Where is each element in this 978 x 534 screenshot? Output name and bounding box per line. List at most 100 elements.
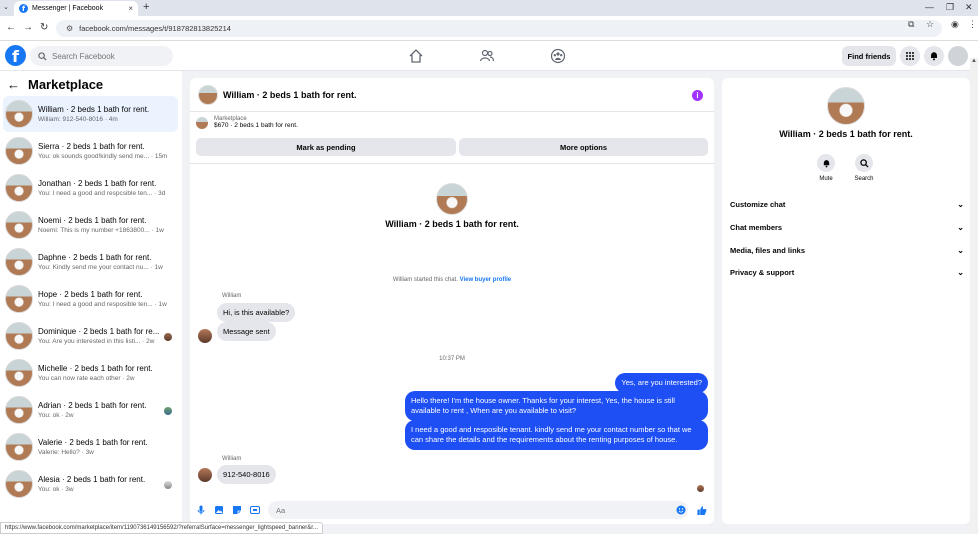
menu-grid-icon[interactable] [900,46,920,66]
chevron-down-icon: ⌄ [957,199,964,209]
tab-title: Messenger | Facebook [32,5,104,12]
bell-icon [823,159,829,167]
sender-avatar [198,468,212,482]
minimize-icon[interactable]: — [925,2,934,12]
account-avatar[interactable] [948,46,968,66]
media-files-links-row[interactable]: Media, files and links ⌄ [730,243,964,257]
conversation-name: Sierra · 2 beds 1 bath for rent. [38,142,145,151]
facebook-search[interactable] [30,46,173,66]
conversation-preview: You: ok · 3w [38,486,74,493]
mute-button[interactable]: Mute [811,154,841,182]
started-text: William started this chat. [392,277,458,283]
conversation-preview: You: Are you interested in this listi...… [38,338,155,345]
forward-icon[interactable]: → [23,22,33,33]
chat-header-avatar[interactable] [198,84,218,105]
mark-as-pending-button[interactable]: Mark as pending [196,138,456,156]
chat-header-name[interactable]: William · 2 beds 1 bath for rent. [223,90,356,100]
emoji-icon[interactable] [676,505,686,515]
browser-tabbar: ⌄ f Messenger | Facebook × + — ❐ ✕ [0,0,978,16]
conversation-preview: You: ok · 2w [38,412,74,419]
photo-icon[interactable] [214,505,224,515]
view-buyer-profile-link[interactable]: View buyer profile [460,277,512,283]
home-icon[interactable] [408,48,424,64]
conversation-item[interactable]: Dominique · 2 beds 1 bath for re... You: … [3,318,178,354]
intro-avatar [436,183,468,215]
browser-menu-icon[interactable]: ⋮ [968,19,977,30]
conversation-item[interactable]: William · 2 beds 1 bath for rent. William… [3,96,178,132]
chat-started-notice: William started this chat. View buyer pr… [190,277,714,283]
conversation-item[interactable]: Michelle · 2 beds 1 bath for rent. You ca… [3,355,178,391]
conversation-item[interactable]: Valerie · 2 beds 1 bath for rent. Valerie… [3,429,178,465]
window-close-icon[interactable]: ✕ [965,2,973,13]
conversation-name: Alesia · 2 beds 1 bath for rent. [38,475,146,484]
sender-name: William [222,456,242,462]
conversation-item[interactable]: Alesia · 2 beds 1 bath for rent. You: ok … [3,466,178,502]
conversation-avatar [5,470,33,498]
tab-search-chevron-icon[interactable]: ⌄ [3,3,9,11]
friends-icon[interactable] [479,48,495,64]
new-tab-icon[interactable]: + [143,1,149,13]
back-arrow-icon[interactable]: ← [7,77,20,92]
restore-icon[interactable]: ❐ [946,2,954,13]
conversation-name: Hope · 2 beds 1 bath for rent. [38,290,143,299]
conversation-avatar [5,248,33,276]
privacy-support-row[interactable]: Privacy & support ⌄ [730,265,964,279]
customize-chat-row[interactable]: Customize chat ⌄ [730,197,964,211]
tab-close-icon[interactable]: × [128,4,133,13]
chevron-down-icon: ⌄ [957,267,964,277]
conversation-item[interactable]: Hope · 2 beds 1 bath for rent. You: I nee… [3,281,178,317]
outgoing-message[interactable]: I need a good and resposible tenant. kin… [405,420,708,450]
conversation-name: William · 2 beds 1 bath for rent. [38,105,150,114]
scroll-up-icon[interactable]: ▲ [971,58,977,64]
outgoing-message[interactable]: Hello there! I'm the house owner. Thanks… [405,391,708,421]
url-field[interactable]: ⚙ facebook.com/messages/t/91878281382521… [56,20,942,37]
groups-icon[interactable] [550,48,566,64]
info-icon[interactable]: i [692,90,703,101]
microphone-icon[interactable] [196,505,206,515]
seen-avatar [164,407,172,415]
conversation-name: Daphne · 2 beds 1 bath for rent. [38,253,152,262]
sticker-icon[interactable] [232,505,242,515]
conversation-item[interactable]: Daphne · 2 beds 1 bath for rent. You: Kin… [3,244,178,280]
conversation-preview: You: Kindly send me your contact nu... ·… [38,264,163,271]
conversation-avatar [5,137,33,165]
reload-icon[interactable]: ↻ [40,22,48,33]
notifications-bell-icon[interactable] [924,46,944,66]
status-bar-url: https://www.facebook.com/marketplace/ite… [0,522,323,534]
incoming-message[interactable]: Hi, is this available? [217,303,296,322]
bookmark-star-icon[interactable]: ☆ [926,19,934,30]
chat-header: William · 2 beds 1 bath for rent. i [190,78,714,112]
find-friends-button[interactable]: Find friends [842,46,896,66]
message-input[interactable] [268,501,688,519]
more-options-button[interactable]: More options [459,138,708,156]
search-in-chat-button[interactable]: Search [849,154,879,182]
facebook-logo-icon[interactable]: f [5,45,26,66]
conversation-item[interactable]: Adrian · 2 beds 1 bath for rent. You: ok … [3,392,178,428]
listing-banner[interactable]: Marketplace $670 · 2 beds 1 bath for ren… [196,116,298,129]
like-thumb-icon[interactable] [697,505,707,515]
message-composer [190,498,714,522]
install-app-icon[interactable]: ⧉ [908,19,914,30]
conversation-name: Dominique · 2 beds 1 bath for re... [38,327,160,336]
chat-members-row[interactable]: Chat members ⌄ [730,220,964,234]
site-info-icon[interactable]: ⚙ [66,24,73,33]
conversation-avatar [5,433,33,461]
message-timestamp: 10:37 PM [439,356,465,362]
gif-icon[interactable] [250,505,260,515]
chevron-down-icon: ⌄ [957,245,964,255]
conversation-avatar [5,322,33,350]
conversation-item[interactable]: Sierra · 2 beds 1 bath for rent. You: ok … [3,133,178,169]
profile-icon[interactable]: ◉ [951,19,959,30]
page-scrollbar[interactable]: ▲ [970,58,978,534]
incoming-message[interactable]: 912-540-8016 [217,465,276,484]
back-icon[interactable]: ← [6,22,16,33]
details-avatar[interactable] [827,87,865,125]
conversation-item[interactable]: Jonathan · 2 beds 1 bath for rent. You: I… [3,170,178,206]
conversation-preview: You: I need a good and respcsible ten...… [38,190,166,197]
incoming-message[interactable]: Message sent [217,322,276,341]
search-input[interactable] [52,51,162,61]
conversation-avatar [5,285,33,313]
browser-tab-messenger[interactable]: f Messenger | Facebook × [14,1,138,16]
conversation-item[interactable]: Noemi · 2 beds 1 bath for rent. Noemi: Th… [3,207,178,243]
outgoing-message[interactable]: Yes, are you interested? [615,373,708,393]
